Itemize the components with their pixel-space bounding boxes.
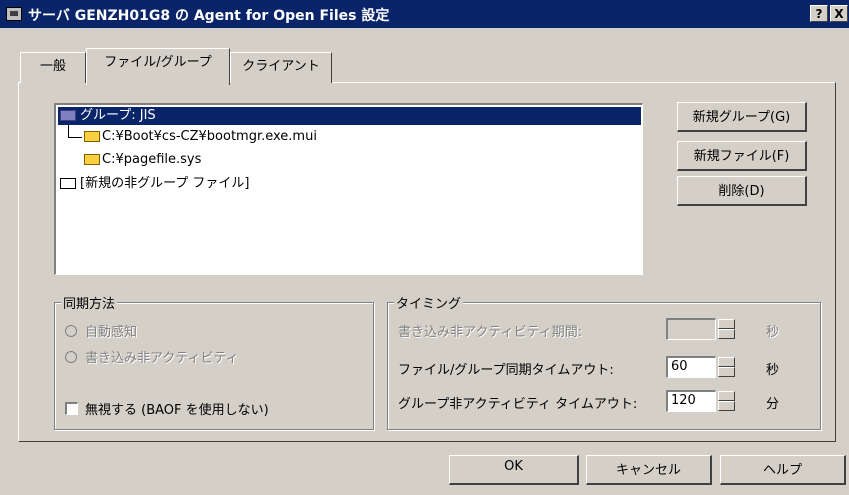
tree-item-label: C:¥pagefile.sys <box>102 152 202 167</box>
timing-group: タイミング 書き込み非アクティビティ期間: 秒 ファイル/グループ同期タイムアウ… <box>387 293 821 430</box>
sync-method-group: 同期方法 自動感知 書き込み非アクティビティ 無視する (BAOF を使用しない… <box>54 293 374 430</box>
new-group-button[interactable]: 新規グループ(G) <box>677 102 807 132</box>
tree-item-label: グループ: JIS <box>80 108 156 123</box>
folder-icon <box>84 131 100 142</box>
timing-legend: タイミング <box>394 293 464 312</box>
period-spinner[interactable] <box>718 319 735 339</box>
ok-button[interactable]: OK <box>449 455 579 485</box>
period-unit: 秒 <box>766 325 780 340</box>
ignore-checkbox[interactable] <box>65 402 78 415</box>
server-icon <box>6 7 22 21</box>
folder-icon <box>84 154 100 165</box>
tree-line <box>68 137 82 138</box>
folder-icon <box>60 178 76 189</box>
group-timeout-unit: 分 <box>766 397 780 412</box>
write-inactivity-period-field[interactable] <box>666 318 716 340</box>
cancel-button[interactable]: キャンセル <box>586 455 712 485</box>
tree-item-group[interactable]: グループ: JIS <box>58 107 641 125</box>
tree-item-label: C:¥Boot¥cs-CZ¥bootmgr.exe.mui <box>102 129 317 144</box>
sync-method-legend: 同期方法 <box>61 293 118 312</box>
title-bar: サーバ GENZH01G8 の Agent for Open Files 設定 … <box>0 0 849 28</box>
help-footer-button[interactable]: ヘルプ <box>720 455 846 485</box>
tree-line <box>68 125 69 137</box>
sync-timeout-field[interactable]: 60 <box>666 356 716 378</box>
write-inactivity-label: 書き込み非アクティビティ <box>85 351 239 366</box>
sync-timeout-label: ファイル/グループ同期タイムアウト: <box>398 363 614 378</box>
tab-clients[interactable]: クライアント <box>230 52 332 83</box>
file-group-tree[interactable]: グループ: JIS C:¥Boot¥cs-CZ¥bootmgr.exe.mui … <box>54 103 643 275</box>
write-inactivity-radio[interactable] <box>65 351 77 363</box>
sync-timeout-unit: 秒 <box>766 363 780 378</box>
group-inactivity-timeout-label: グループ非アクティビティ タイムアウト: <box>398 397 638 412</box>
group-inactivity-timeout-field[interactable]: 120 <box>666 390 716 412</box>
auto-detect-label: 自動感知 <box>85 325 138 340</box>
group-timeout-spinner[interactable] <box>718 391 735 411</box>
tree-item-label: [新規の非グループ ファイル] <box>80 176 250 191</box>
ignore-label: 無視する (BAOF を使用しない) <box>85 403 269 418</box>
auto-detect-radio[interactable] <box>65 325 77 337</box>
close-button[interactable]: X <box>830 5 848 22</box>
sync-timeout-spinner[interactable] <box>718 357 735 377</box>
write-inactivity-period-label: 書き込み非アクティビティ期間: <box>398 325 583 340</box>
tab-general[interactable]: 一般 <box>20 52 86 83</box>
help-button[interactable]: ? <box>810 5 828 22</box>
new-file-button[interactable]: 新規ファイル(F) <box>677 141 807 171</box>
tab-files-groups[interactable]: ファイル/グループ <box>86 48 230 85</box>
window-title: サーバ GENZH01G8 の Agent for Open Files 設定 <box>28 8 390 24</box>
open-folder-icon <box>60 110 76 121</box>
delete-button[interactable]: 削除(D) <box>677 176 807 206</box>
